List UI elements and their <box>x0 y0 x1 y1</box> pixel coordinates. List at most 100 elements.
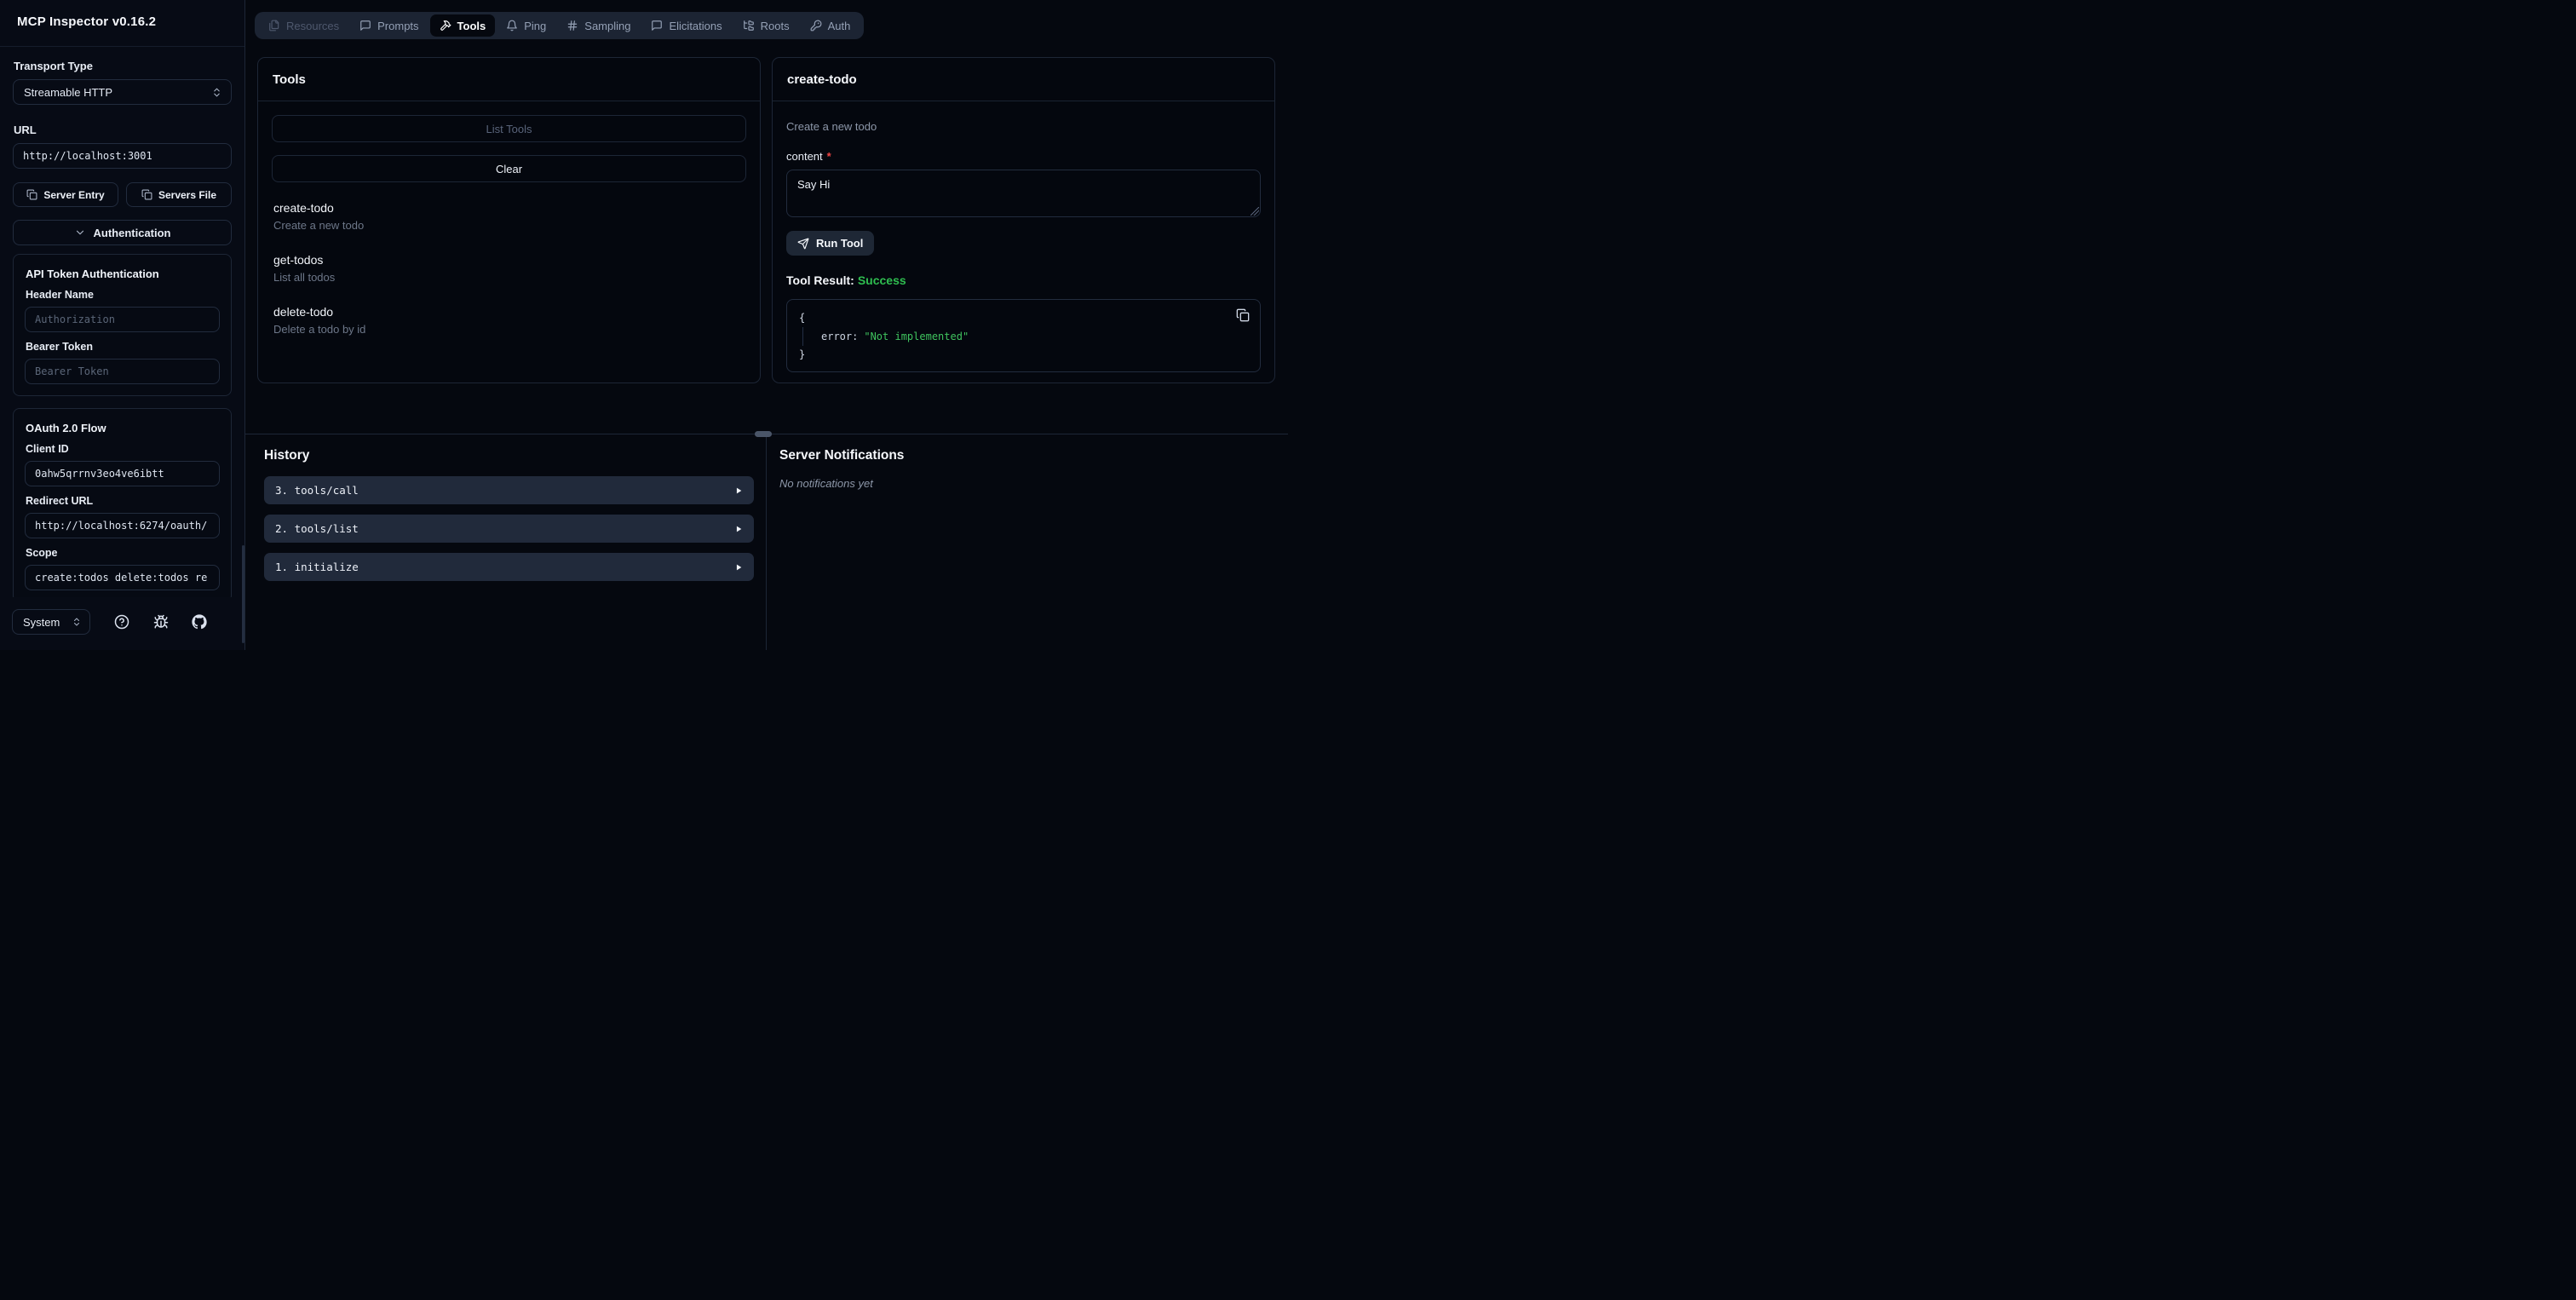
sidebar-header: MCP Inspector v0.16.2 <box>0 0 244 47</box>
json-close-brace: } <box>799 348 806 360</box>
content-field-label: content * <box>786 150 1261 163</box>
top-section: Resources Prompts Tools Ping Sampling El… <box>245 0 1288 434</box>
copy-icon <box>1236 308 1250 322</box>
main-area: Resources Prompts Tools Ping Sampling El… <box>245 0 1288 650</box>
server-notifications-title: Server Notifications <box>779 448 905 463</box>
tab-bar: Resources Prompts Tools Ping Sampling El… <box>255 12 865 39</box>
tab-label: Elicitations <box>669 19 722 32</box>
copy-result-button[interactable] <box>1236 308 1250 322</box>
tab-roots[interactable]: Roots <box>733 14 799 37</box>
tool-detail-header: create-todo <box>773 58 1274 101</box>
authentication-toggle-label: Authentication <box>93 226 171 239</box>
tool-list-item-delete-todo[interactable]: delete-todo Delete a todo by id <box>273 305 745 336</box>
field-label-text: content <box>786 150 823 163</box>
tool-result-label: Tool Result: <box>786 273 854 287</box>
tool-list-item-create-todo[interactable]: create-todo Create a new todo <box>273 201 745 232</box>
tab-auth[interactable]: Auth <box>801 14 860 37</box>
tool-list: create-todo Create a new todo get-todos … <box>272 201 746 336</box>
servers-file-label: Servers File <box>158 188 217 201</box>
tab-elicitations[interactable]: Elicitations <box>641 14 731 37</box>
tool-result-json: { error: "Not implemented" } <box>786 299 1261 372</box>
tool-list-item-get-todos[interactable]: get-todos List all todos <box>273 253 745 284</box>
history-item-initialize[interactable]: 1. initialize <box>264 553 754 581</box>
theme-select[interactable]: System <box>12 609 90 635</box>
chevrons-up-down-icon <box>72 617 82 627</box>
oauth-flow-card: OAuth 2.0 Flow Client ID Redirect URL Sc… <box>13 408 232 597</box>
json-value: "Not implemented" <box>864 331 969 342</box>
bell-icon <box>506 20 518 32</box>
mcp-inspector-app: MCP Inspector v0.16.2 Transport Type Str… <box>0 0 1288 650</box>
redirect-url-label: Redirect URL <box>26 495 94 507</box>
header-name-input[interactable] <box>25 307 220 332</box>
api-token-auth-title: API Token Authentication <box>26 267 159 280</box>
tool-detail-body: Create a new todo content * Say Hi Run T… <box>773 101 1274 386</box>
history-item-tools-list[interactable]: 2. tools/list <box>264 515 754 543</box>
authentication-toggle[interactable]: Authentication <box>13 220 232 245</box>
oauth-flow-title: OAuth 2.0 Flow <box>26 422 106 434</box>
tab-label: Resources <box>286 19 340 32</box>
transport-type-select[interactable]: Streamable HTTP <box>13 79 232 105</box>
list-tools-button[interactable]: List Tools <box>272 115 746 142</box>
history-item-tools-call[interactable]: 3. tools/call <box>264 476 754 504</box>
content-input-wrapper: Say Hi <box>786 170 1261 217</box>
transport-type-label: Transport Type <box>14 60 93 72</box>
send-icon <box>797 238 809 250</box>
folder-tree-icon <box>743 20 755 32</box>
tools-panel-header: Tools <box>258 58 760 101</box>
tab-resources[interactable]: Resources <box>259 14 348 37</box>
sidebar-body: Transport Type Streamable HTTP URL Serve… <box>0 47 244 597</box>
run-tool-label: Run Tool <box>816 237 864 250</box>
server-entry-label: Server Entry <box>43 188 105 201</box>
cards-row: Tools List Tools Clear create-todo Creat… <box>245 57 1288 383</box>
tool-description: Create a new todo <box>273 219 365 232</box>
theme-select-value: System <box>23 615 60 629</box>
history-panel: History 3. tools/call 2. tools/list 1. i… <box>245 434 767 650</box>
content-input[interactable]: Say Hi <box>786 170 1261 217</box>
tool-name: create-todo <box>273 201 334 215</box>
required-marker: * <box>826 150 831 163</box>
run-tool-button[interactable]: Run Tool <box>786 231 875 256</box>
bearer-token-label: Bearer Token <box>26 341 93 353</box>
redirect-url-input[interactable] <box>25 513 220 538</box>
sidebar-scrollbar[interactable] <box>242 545 244 643</box>
tool-detail-title: create-todo <box>787 72 857 87</box>
history-item-label: 2. tools/list <box>275 522 359 535</box>
tab-label: Sampling <box>584 19 631 32</box>
pane-resize-handle[interactable] <box>755 431 772 437</box>
clear-button[interactable]: Clear <box>272 155 746 182</box>
expand-arrow-icon <box>734 525 743 533</box>
tab-tools[interactable]: Tools <box>429 14 496 37</box>
url-label: URL <box>14 124 37 136</box>
tab-sampling[interactable]: Sampling <box>557 14 640 37</box>
help-icon[interactable] <box>114 614 129 630</box>
client-id-input[interactable] <box>25 461 220 486</box>
transport-type-value: Streamable HTTP <box>24 85 113 99</box>
bug-icon[interactable] <box>153 614 169 630</box>
config-buttons-row: Server Entry Servers File <box>13 182 232 207</box>
tool-result-status: Success <box>857 273 906 287</box>
history-list: 3. tools/call 2. tools/list 1. initializ… <box>264 476 754 581</box>
server-entry-button[interactable]: Server Entry <box>13 182 118 207</box>
scope-input[interactable] <box>25 565 220 590</box>
tab-ping[interactable]: Ping <box>497 14 555 37</box>
bottom-section: History 3. tools/call 2. tools/list 1. i… <box>245 434 1288 650</box>
tools-panel-title: Tools <box>273 72 306 87</box>
github-icon[interactable] <box>192 614 207 630</box>
tab-label: Auth <box>827 19 851 32</box>
chevron-down-icon <box>74 227 86 239</box>
tab-prompts[interactable]: Prompts <box>350 14 428 37</box>
app-title: MCP Inspector v0.16.2 <box>17 14 157 29</box>
api-token-auth-card: API Token Authentication Header Name Bea… <box>13 254 232 396</box>
client-id-label: Client ID <box>26 443 69 455</box>
files-icon <box>268 20 280 32</box>
chevrons-up-down-icon <box>211 87 222 98</box>
json-open-brace: { <box>799 312 806 324</box>
servers-file-button[interactable]: Servers File <box>126 182 232 207</box>
bearer-token-input[interactable] <box>25 359 220 384</box>
header-name-label: Header Name <box>26 289 94 301</box>
tab-label: Prompts <box>377 19 419 32</box>
tool-detail-description: Create a new todo <box>786 120 877 133</box>
history-title: History <box>264 448 310 463</box>
url-input[interactable] <box>13 143 232 169</box>
tab-label: Ping <box>524 19 547 32</box>
